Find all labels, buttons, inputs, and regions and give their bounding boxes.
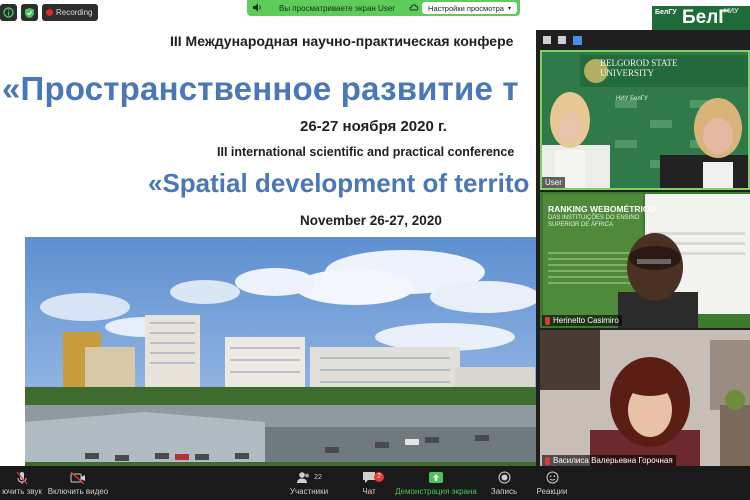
logo-big-text: БелГ <box>682 7 730 28</box>
participant-name: Василиса Валерьевна Горочная <box>553 456 673 465</box>
chat-icon: 2 <box>362 471 384 485</box>
participants-icon: 22 <box>296 471 322 485</box>
record-icon <box>498 471 511 485</box>
slide-main-title-ru: «Пространственное развитие т <box>2 70 519 107</box>
record-label: Запись <box>490 486 518 496</box>
participants-count: 22 <box>314 474 322 481</box>
share-screen-label: Демонстрация экрана <box>395 486 477 496</box>
participant-name-tag: User <box>542 177 565 188</box>
muted-mic-icon <box>545 456 550 465</box>
encryption-shield-icon[interactable] <box>21 4 38 21</box>
recording-label: Recording <box>56 8 93 17</box>
tile-slide-sub: DAS INSTITUIÇÕES DO ENSINO SUPERIOR DE Á… <box>548 215 640 228</box>
view-options-button[interactable]: Настройки просмотра ▾ <box>422 2 517 14</box>
logo-small-text: БелГУ <box>655 9 677 16</box>
chat-button[interactable]: 2 Чат <box>352 466 386 500</box>
speaker-volume-icon[interactable] <box>247 3 267 14</box>
logo-niu-text: НИУ <box>724 8 739 15</box>
mute-button[interactable]: ючить звук <box>0 466 44 500</box>
video-tile-herinelto[interactable]: RANKING WEBOMÉTRICO DAS INSTITUIÇÕES DO … <box>540 192 750 328</box>
chat-unread-badge: 2 <box>374 471 384 482</box>
participant-name: User <box>545 178 562 187</box>
chevron-down-icon: ▾ <box>507 5 511 12</box>
network-cloud-icon[interactable] <box>406 3 422 13</box>
video-tile-user[interactable]: BELGOROD STATE UNIVERSITY НИУ БелГУ User <box>540 50 750 190</box>
video-tile-vasilisa[interactable]: Василиса Валерьевна Горочная <box>540 330 750 468</box>
city-photo <box>25 237 540 467</box>
participants-label: Участники <box>289 486 329 496</box>
share-screen-button[interactable]: Демонстрация экрана <box>393 466 479 500</box>
participant-name: Herinelto Casimiro <box>553 316 619 325</box>
slide-conf-title-en: III international scientific and practic… <box>217 145 515 159</box>
zoom-meeting-window: III Международная научно-практическая ко… <box>0 0 750 500</box>
mute-label: ючить звук <box>2 486 42 496</box>
participant-name-tag: Herinelto Casimiro <box>542 315 622 326</box>
university-logo: БелГУ БелГ НИУ <box>652 6 750 30</box>
meeting-toolbar: ючить звук Включить видео 22 Участники 2… <box>0 466 750 500</box>
start-video-button[interactable]: Включить видео <box>46 466 110 500</box>
participants-button[interactable]: 22 Участники <box>284 466 334 500</box>
slide-dates-ru: 26-27 ноября 2020 г. <box>300 118 447 135</box>
slide-conf-title-ru: III Международная научно-практическая ко… <box>170 33 514 49</box>
grid-view-icon[interactable] <box>573 35 582 45</box>
video-panel: BELGOROD STATE UNIVERSITY НИУ БелГУ User <box>536 30 750 470</box>
chat-label: Чат <box>362 486 376 496</box>
video-panel-controls <box>536 30 750 50</box>
video-off-icon <box>70 471 86 485</box>
recording-indicator[interactable]: Recording <box>42 4 99 21</box>
speaker-view-icon[interactable] <box>558 36 566 44</box>
view-options-label: Настройки просмотра <box>428 3 504 13</box>
slide-dates-en: November 26-27, 2020 <box>300 213 442 228</box>
muted-microphone-icon <box>16 471 28 485</box>
screen-share-banner: Вы просматриваете экран User Настройки п… <box>247 0 520 16</box>
share-banner-text: Вы просматриваете экран User <box>279 3 395 13</box>
smiley-icon <box>546 471 559 485</box>
tile-banner-sub: НИУ БелГУ <box>616 96 648 102</box>
reactions-label: Реакции <box>536 486 568 496</box>
meeting-status-icons: Recording <box>0 4 99 21</box>
record-button[interactable]: Запись <box>487 466 521 500</box>
recording-dot-icon <box>46 9 53 16</box>
meeting-info-icon[interactable] <box>0 4 17 21</box>
reactions-button[interactable]: Реакции <box>532 466 572 500</box>
participant-name-tag: Василиса Валерьевна Горочная <box>542 455 676 466</box>
tile-slide-ranking: RANKING WEBOMÉTRICO <box>548 204 656 214</box>
minimize-icon[interactable] <box>543 36 551 44</box>
share-screen-icon <box>428 471 444 485</box>
video-label: Включить видео <box>47 486 109 496</box>
slide-main-title-en: «Spatial development of territo <box>148 168 530 198</box>
tile-banner-text: BELGOROD STATE UNIVERSITY <box>600 58 678 78</box>
muted-mic-icon <box>545 316 550 325</box>
